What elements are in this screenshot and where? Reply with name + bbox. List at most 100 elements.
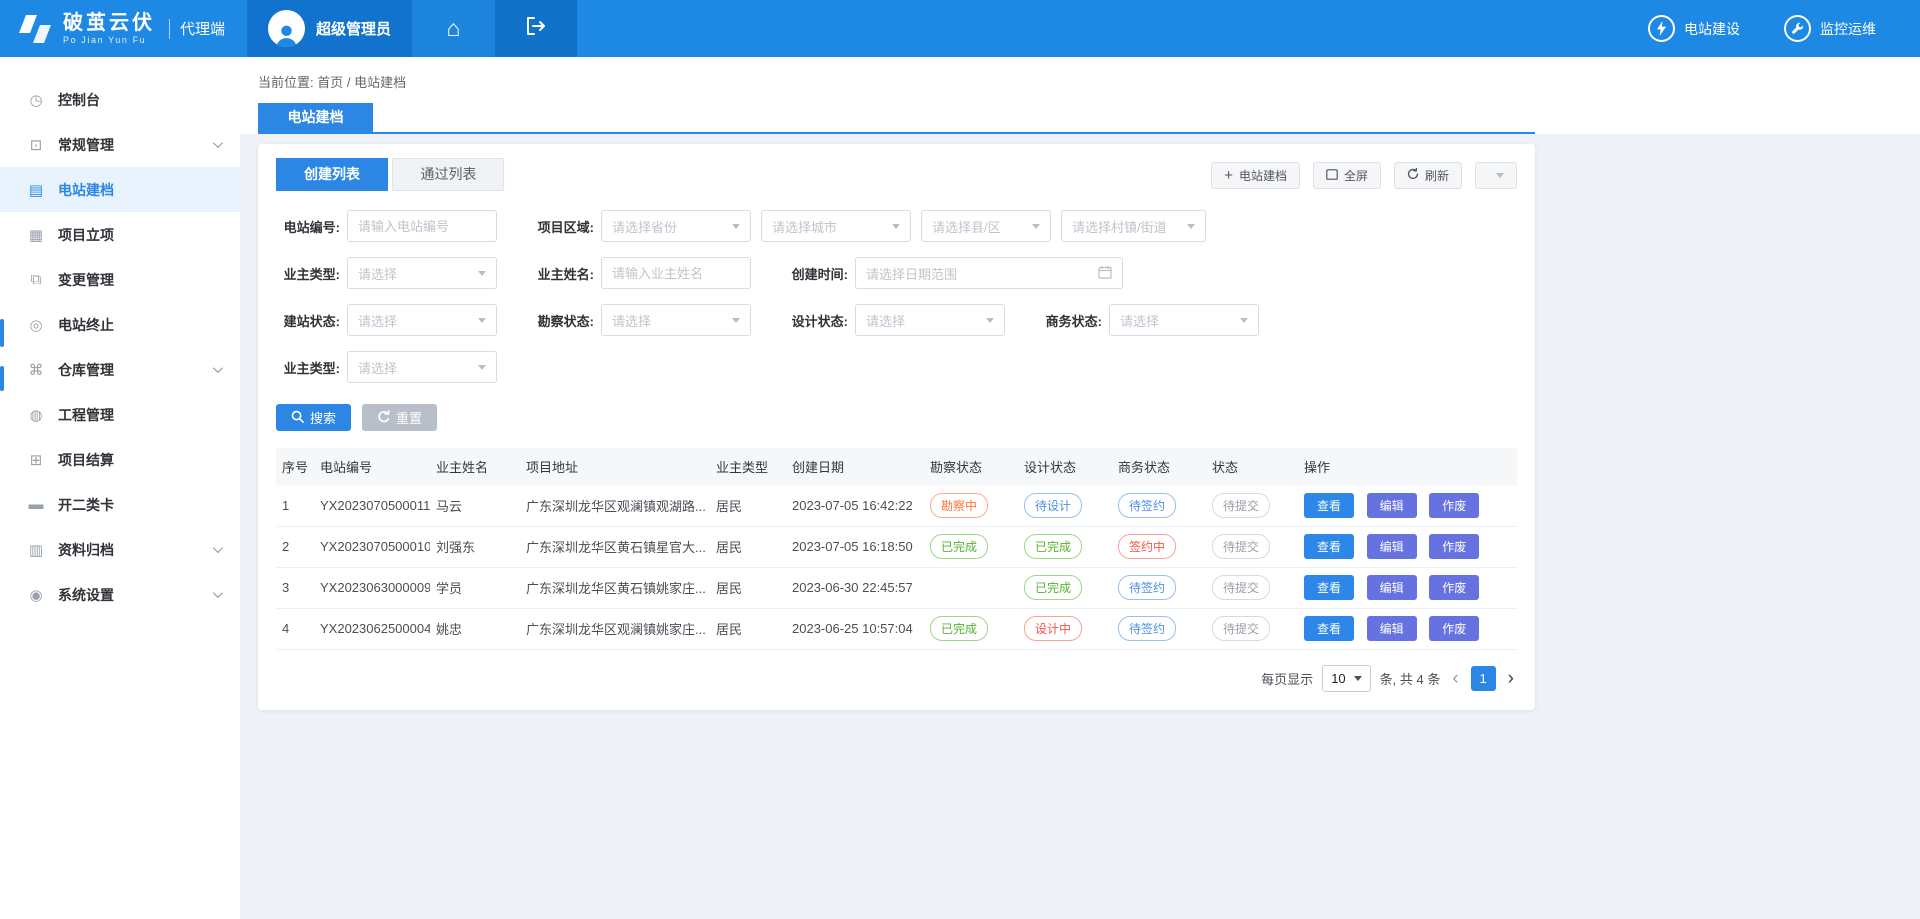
build-status-select[interactable]: 请选择 [347, 304, 497, 336]
edit-button[interactable]: 编辑 [1367, 493, 1417, 518]
owner-type2-label: 业主类型: [276, 358, 340, 377]
col-header-created: 创建日期 [786, 448, 924, 485]
sidebar-item-project-settlement[interactable]: ⊞ 项目结算 [0, 437, 240, 482]
sidebar-item-label: 开二类卡 [58, 495, 114, 515]
reset-button[interactable]: 重置 [362, 404, 437, 431]
col-header-status: 状态 [1206, 448, 1298, 485]
topbar: 破茧云伏 Po Jian Yun Fu 代理端 超级管理员 ⌂ [0, 0, 1920, 57]
view-button[interactable]: 查看 [1304, 534, 1354, 559]
chevron-down-icon [732, 318, 740, 323]
design-status-badge: 待设计 [1024, 493, 1082, 518]
table-row: 2 YX2023070500010 刘强东 广东深圳龙华区黄石镇星官大... 居… [276, 526, 1517, 567]
owner-type-select[interactable]: 请选择 [347, 257, 497, 289]
chevron-down-icon [478, 365, 486, 370]
owner-name-input[interactable] [601, 257, 751, 289]
user-menu[interactable]: 超级管理员 [247, 0, 412, 57]
table-header-row: 序号 电站编号 业主姓名 项目地址 业主类型 创建日期 勘察状态 设计状态 商务… [276, 448, 1517, 485]
sidebar-item-project-initiation[interactable]: ▦ 项目立项 [0, 212, 240, 257]
sidebar-item-station-termination[interactable]: ◎ 电站终止 [0, 302, 240, 347]
sidebar-item-label: 电站建档 [58, 180, 114, 200]
void-button[interactable]: 作废 [1429, 534, 1479, 559]
sidebar-item-change-mgmt[interactable]: ⧉ 变更管理 [0, 257, 240, 302]
station-code-input[interactable] [347, 210, 497, 242]
sidebar-item-second-class-card[interactable]: ▬ 开二类卡 [0, 482, 240, 527]
tab-create-list[interactable]: 创建列表 [276, 158, 388, 191]
lightning-icon [1648, 15, 1675, 42]
pagination: 每页显示 10 条, 共 4 条 ‹ 1 › [276, 665, 1517, 692]
tab-passed-list[interactable]: 通过列表 [392, 158, 504, 191]
void-button[interactable]: 作废 [1429, 616, 1479, 641]
nav-monitor-ops-label: 监控运维 [1820, 19, 1876, 39]
business-status-badge: 待签约 [1118, 575, 1176, 600]
town-select[interactable]: 请选择村镇/街道 [1061, 210, 1206, 242]
city-select[interactable]: 请选择城市 [761, 210, 911, 242]
copy-icon: ⧉ [27, 271, 45, 288]
sidebar-item-station-archive[interactable]: ▤ 电站建档 [0, 167, 240, 212]
station-code-label: 电站编号: [276, 217, 340, 236]
breadcrumb-home[interactable]: 首页 [317, 75, 343, 90]
main-header: 当前位置: 首页 / 电站建档 电站建档 [240, 57, 1920, 134]
search-button[interactable]: 搜索 [276, 404, 351, 431]
collapse-button[interactable] [1475, 162, 1517, 189]
survey-status-select[interactable]: 请选择 [601, 304, 751, 336]
sidebar-item-warehouse-mgmt[interactable]: ⌘ 仓库管理 [0, 347, 240, 392]
void-button[interactable]: 作废 [1429, 575, 1479, 600]
date-range-input[interactable]: 请选择日期范围 [855, 257, 1123, 289]
void-button[interactable]: 作废 [1429, 493, 1479, 518]
col-header-type: 业主类型 [710, 448, 786, 485]
refresh-button[interactable]: 刷新 [1394, 162, 1462, 189]
briefcase-icon: ▦ [27, 226, 45, 244]
calculator-icon: ⊞ [27, 451, 45, 469]
survey-status-badge: 勘察中 [930, 493, 988, 518]
nav-monitor-ops[interactable]: 监控运维 [1784, 0, 1876, 57]
prev-page-button[interactable]: ‹ [1449, 669, 1461, 688]
sidebar-item-label: 仓库管理 [58, 360, 114, 380]
chevron-down-icon [213, 363, 223, 373]
per-page-label: 每页显示 [1261, 669, 1313, 688]
logo-title: 破茧云伏 [63, 12, 155, 35]
chevron-down-icon [213, 588, 223, 598]
nav-power-build[interactable]: 电站建设 [1648, 0, 1740, 57]
col-header-code: 电站编号 [314, 448, 430, 485]
owner-type2-select[interactable]: 请选择 [347, 351, 497, 383]
page-1-button[interactable]: 1 [1471, 666, 1496, 691]
sidebar-item-console[interactable]: ◷ 控制台 [0, 77, 240, 122]
business-status-label: 商务状态: [1038, 311, 1102, 330]
add-station-button[interactable]: + 电站建档 [1211, 162, 1300, 189]
chevron-down-icon [732, 224, 740, 229]
list-tabs: 创建列表 通过列表 [276, 158, 504, 191]
view-button[interactable]: 查看 [1304, 493, 1354, 518]
card-icon: ▬ [27, 496, 45, 513]
view-button[interactable]: 查看 [1304, 575, 1354, 600]
sidebar-item-system-settings[interactable]: ◉ 系统设置 [0, 572, 240, 617]
logout-button[interactable] [495, 0, 577, 57]
fullscreen-button[interactable]: 全屏 [1313, 162, 1381, 189]
col-header-design: 设计状态 [1018, 448, 1112, 485]
archive-icon: ▥ [27, 541, 45, 559]
view-button[interactable]: 查看 [1304, 616, 1354, 641]
avatar [268, 10, 305, 47]
province-select[interactable]: 请选择省份 [601, 210, 751, 242]
next-page-button[interactable]: › [1505, 669, 1517, 688]
design-status-select[interactable]: 请选择 [855, 304, 1005, 336]
county-select[interactable]: 请选择县/区 [921, 210, 1051, 242]
sidebar-item-data-archive[interactable]: ▥ 资料归档 [0, 527, 240, 572]
home-button[interactable]: ⌂ [412, 0, 495, 57]
edit-button[interactable]: 编辑 [1367, 575, 1417, 600]
edit-button[interactable]: 编辑 [1367, 534, 1417, 559]
settings-icon: ◉ [27, 586, 45, 604]
engineering-icon: ◍ [27, 406, 45, 424]
portal-label: 代理端 [180, 18, 225, 39]
sidebar-item-engineering-mgmt[interactable]: ◍ 工程管理 [0, 392, 240, 437]
per-page-select[interactable]: 10 [1322, 665, 1370, 692]
edit-button[interactable]: 编辑 [1367, 616, 1417, 641]
business-status-select[interactable]: 请选择 [1109, 304, 1259, 336]
search-icon [291, 410, 304, 426]
chevron-down-icon [1240, 318, 1248, 323]
sidebar-item-general-mgmt[interactable]: ⊡ 常规管理 [0, 122, 240, 167]
business-status-badge: 签约中 [1118, 534, 1176, 559]
owner-type-label: 业主类型: [276, 264, 340, 283]
page-tab-station-archive[interactable]: 电站建档 [258, 103, 373, 132]
col-header-actions: 操作 [1298, 448, 1517, 485]
logo: 破茧云伏 Po Jian Yun Fu 代理端 [0, 0, 225, 57]
